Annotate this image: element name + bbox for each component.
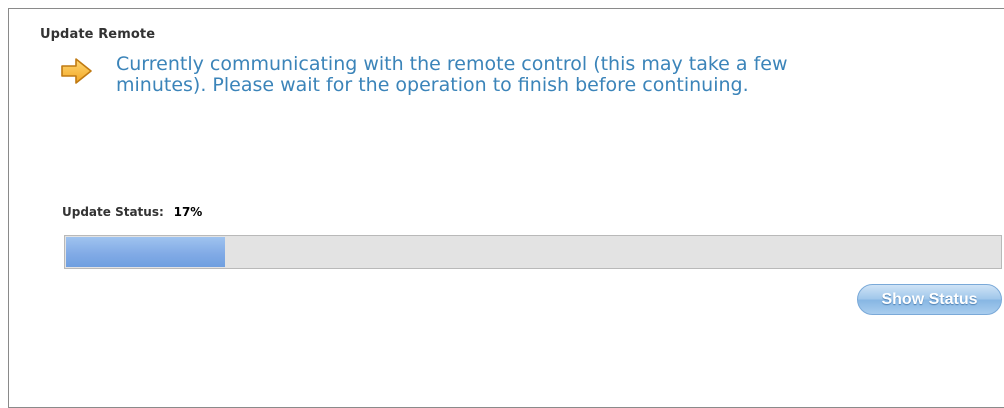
progress-bar-fill: [66, 237, 225, 267]
section-title: Update Remote: [40, 27, 156, 42]
update-status-row: Update Status: 17%: [62, 205, 202, 219]
status-message: Currently communicating with the remote …: [116, 53, 788, 96]
progress-bar: [64, 235, 1002, 269]
show-status-button[interactable]: Show Status: [857, 284, 1002, 315]
arrow-right-icon: [60, 56, 94, 86]
update-status-value: 17%: [173, 205, 203, 219]
update-status-label: Update Status:: [62, 205, 164, 219]
